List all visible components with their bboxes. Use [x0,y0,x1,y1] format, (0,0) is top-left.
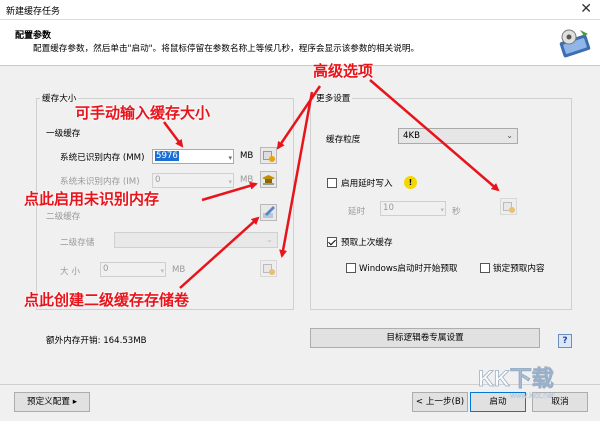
annotation-arrow-advanced-2 [369,79,500,192]
watermark-text: KK下载 [478,366,554,391]
annotation-arrow-level2 [179,216,260,289]
annotation-enable-unrecognized: 点此启用未识别内存 [24,190,160,208]
annotation-create-level2: 点此创建二级缓存存储卷 [24,291,190,309]
annotation-arrows [163,79,500,289]
annotation-arrow-manual-input [163,121,184,148]
annotation-arrow-unrecognized [201,181,258,202]
annotation-manual-input: 可手动输入缓存大小 [75,104,211,122]
watermark-logo: KK下载 www.kkx.net [478,366,556,400]
annotation-arrow-advanced-3 [279,91,314,258]
watermark-url: www.kkx.net [509,391,555,400]
annotation-arrow-advanced-1 [276,85,322,150]
annotation-advanced-options: 高级选项 [313,62,374,80]
